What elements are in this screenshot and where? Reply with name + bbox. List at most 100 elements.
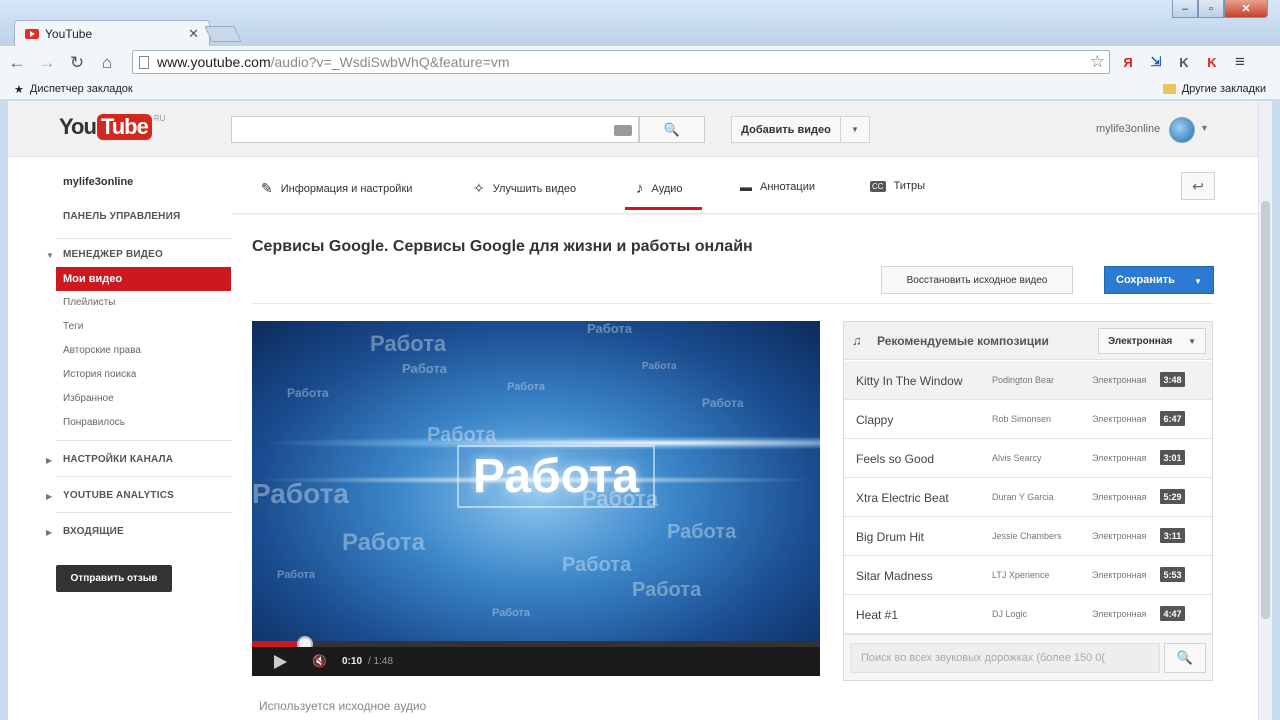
kaspersky-extension-icon[interactable]: K xyxy=(1202,52,1222,72)
track-genre: Электронная xyxy=(1092,453,1147,463)
menu-icon[interactable]: ≡ xyxy=(1230,52,1250,72)
track-row[interactable]: Big Drum Hit Jessie Chambers Электронная 3:… xyxy=(844,517,1212,556)
bookmarks-manager-link[interactable]: ★ Диспетчер закладок xyxy=(14,83,133,96)
sidebar-item-dashboard[interactable]: ПАНЕЛЬ УПРАВЛЕНИЯ xyxy=(63,211,180,222)
close-window-button[interactable]: ✕ xyxy=(1224,0,1268,18)
upload-button[interactable]: Добавить видео xyxy=(731,116,841,143)
audio-editor: Сервисы Google. Сервисы Google для жизни… xyxy=(232,215,1258,720)
search-button[interactable]: 🔍 xyxy=(639,116,705,143)
upload-dropdown-button[interactable]: ▼ xyxy=(841,116,870,143)
track-row[interactable]: Xtra Electric Beat Duran Y Garcia Электрон… xyxy=(844,478,1212,517)
track-title: Sitar Madness xyxy=(856,569,933,583)
tab-audio[interactable]: ♪ Аудио xyxy=(636,180,683,197)
minimize-button[interactable]: – xyxy=(1172,0,1198,18)
expanded-arrow-icon[interactable]: ▼ xyxy=(46,251,54,260)
tab-captions[interactable]: CC Титры xyxy=(870,180,925,192)
send-feedback-button[interactable]: Отправить отзыв xyxy=(56,565,172,592)
sidebar-user[interactable]: mylife3online xyxy=(63,176,133,188)
other-bookmarks-label: Другие закладки xyxy=(1181,83,1266,95)
tracks-search-bar: Поиск во всех звуковых дорожках (более 1… xyxy=(844,634,1212,680)
video-frame[interactable]: Работа Работа Работа Работа Работа Работ… xyxy=(252,321,820,641)
translate-extension-icon[interactable]: ⇲ xyxy=(1146,52,1166,72)
extension-icons: Я ⇲ K K ≡ xyxy=(1118,52,1250,72)
play-icon[interactable] xyxy=(274,655,287,669)
track-genre: Электронная xyxy=(1092,570,1147,580)
new-tab-button[interactable] xyxy=(204,26,242,42)
frame-word: Работа xyxy=(342,529,426,556)
collapsed-arrow-icon[interactable]: ▶ xyxy=(46,528,52,537)
sidebar-item-favorites[interactable]: Избранное xyxy=(63,393,114,404)
back-arrow-icon[interactable]: ← xyxy=(4,53,30,73)
forward-arrow-icon[interactable]: → xyxy=(34,53,60,73)
avatar[interactable] xyxy=(1169,117,1195,143)
divider xyxy=(56,440,232,441)
sidebar-item-search-history[interactable]: История поиска xyxy=(63,369,136,380)
username[interactable]: mylife3online xyxy=(1096,123,1160,135)
yandex-extension-icon[interactable]: Я xyxy=(1118,52,1138,72)
search-input[interactable] xyxy=(231,116,639,143)
bookmark-star-icon[interactable]: ☆ xyxy=(1090,52,1105,72)
chevron-down-icon[interactable]: ▼ xyxy=(1194,277,1202,286)
track-artist: Jessie Chambers xyxy=(992,531,1062,541)
restore-original-button[interactable]: Восстановить исходное видео xyxy=(881,266,1073,294)
other-bookmarks-link[interactable]: Другие закладки xyxy=(1162,83,1266,95)
frame-word: Работа xyxy=(702,396,744,410)
video-title: Сервисы Google. Сервисы Google для жизни… xyxy=(252,238,753,255)
browser-tab-youtube[interactable]: YouTube ✕ xyxy=(14,20,210,46)
track-row[interactable]: Sitar Madness LTJ Xperience Электронная 5:5… xyxy=(844,556,1212,595)
tab-info-settings[interactable]: ✎ Информация и настройки xyxy=(261,180,412,197)
sidebar-item-analytics[interactable]: YOUTUBE ANALYTICS xyxy=(63,490,174,501)
divider xyxy=(252,303,1214,304)
track-row[interactable]: Feels so Good Alvis Searcy Электронная 3:01 xyxy=(844,439,1212,478)
sidebar-item-liked[interactable]: Понравилось xyxy=(63,417,125,428)
undo-button[interactable]: ↩ xyxy=(1181,172,1215,200)
sidebar-item-video-manager[interactable]: МЕНЕДЖЕР ВИДЕО xyxy=(63,249,163,260)
frame-word: Работа xyxy=(427,424,497,446)
save-label: Сохранить xyxy=(1116,274,1175,286)
track-genre: Электронная xyxy=(1092,492,1147,502)
magic-wand-icon: ✧ xyxy=(473,180,485,196)
window-controls: – ▫ ✕ xyxy=(1172,0,1268,18)
youtube-favicon-icon xyxy=(25,28,39,39)
track-duration: 3:11 xyxy=(1160,528,1185,543)
track-search-button[interactable]: 🔍 xyxy=(1164,643,1206,673)
tab-close-icon[interactable]: ✕ xyxy=(188,26,199,42)
keyboard-icon[interactable] xyxy=(614,125,632,136)
address-bar[interactable]: www.youtube.com /audio?v=_WsdiSwbWhQ&fea… xyxy=(132,50,1110,74)
sidebar-item-my-videos[interactable]: Мои видео xyxy=(56,267,231,291)
bookmarks-manager-label: Диспетчер закладок xyxy=(29,83,133,95)
recommended-tracks-panel: ♫ Рекомендуемые композиции Электронная ▼… xyxy=(843,321,1213,681)
frame-word: Работа xyxy=(562,554,632,576)
scrollbar-thumb[interactable] xyxy=(1261,201,1270,619)
chevron-down-icon[interactable]: ▼ xyxy=(1200,123,1209,133)
track-search-input[interactable]: Поиск во всех звуковых дорожках (более 1… xyxy=(850,643,1160,673)
music-note-icon: ♪ xyxy=(636,180,644,197)
track-duration: 6:47 xyxy=(1160,411,1185,426)
tab-annotations[interactable]: ▬ Аннотации xyxy=(740,180,815,194)
collapsed-arrow-icon[interactable]: ▶ xyxy=(46,456,52,465)
mute-icon[interactable]: 🔇 xyxy=(312,654,327,668)
k-extension-icon[interactable]: K xyxy=(1174,52,1194,72)
page-scrollbar[interactable] xyxy=(1258,101,1272,720)
track-artist: Alvis Searcy xyxy=(992,453,1042,463)
maximize-button[interactable]: ▫ xyxy=(1198,0,1224,18)
home-icon[interactable]: ⌂ xyxy=(94,53,120,73)
youtube-logo[interactable]: You Tube RU xyxy=(59,114,165,140)
track-title: Kitty In The Window xyxy=(856,374,963,388)
reload-icon[interactable]: ↻ xyxy=(64,53,90,73)
track-row[interactable]: Heat #1 DJ Logic Электронная 4:47 xyxy=(844,595,1212,634)
sidebar-item-channel-settings[interactable]: НАСТРОЙКИ КАНАЛА xyxy=(63,454,173,465)
save-button[interactable]: Сохранить ▼ xyxy=(1104,266,1214,294)
sidebar-item-playlists[interactable]: Плейлисты xyxy=(63,297,115,308)
genre-select[interactable]: Электронная ▼ xyxy=(1098,328,1206,354)
sidebar-item-tags[interactable]: Теги xyxy=(63,321,83,332)
sidebar-item-inbox[interactable]: ВХОДЯЩИЕ xyxy=(63,526,124,537)
sidebar-item-copyright[interactable]: Авторские права xyxy=(63,345,141,356)
tab-enhance[interactable]: ✧ Улучшить видео xyxy=(473,180,576,197)
divider xyxy=(56,476,232,477)
track-row[interactable]: Clappy Rob Simonsen Электронная 6:47 xyxy=(844,400,1212,439)
video-player[interactable]: Работа Работа Работа Работа Работа Работ… xyxy=(252,321,820,676)
collapsed-arrow-icon[interactable]: ▶ xyxy=(46,492,52,501)
frame-word: Работа xyxy=(402,361,447,376)
track-row[interactable]: Kitty In The Window Podington Bear Электро… xyxy=(844,361,1212,400)
